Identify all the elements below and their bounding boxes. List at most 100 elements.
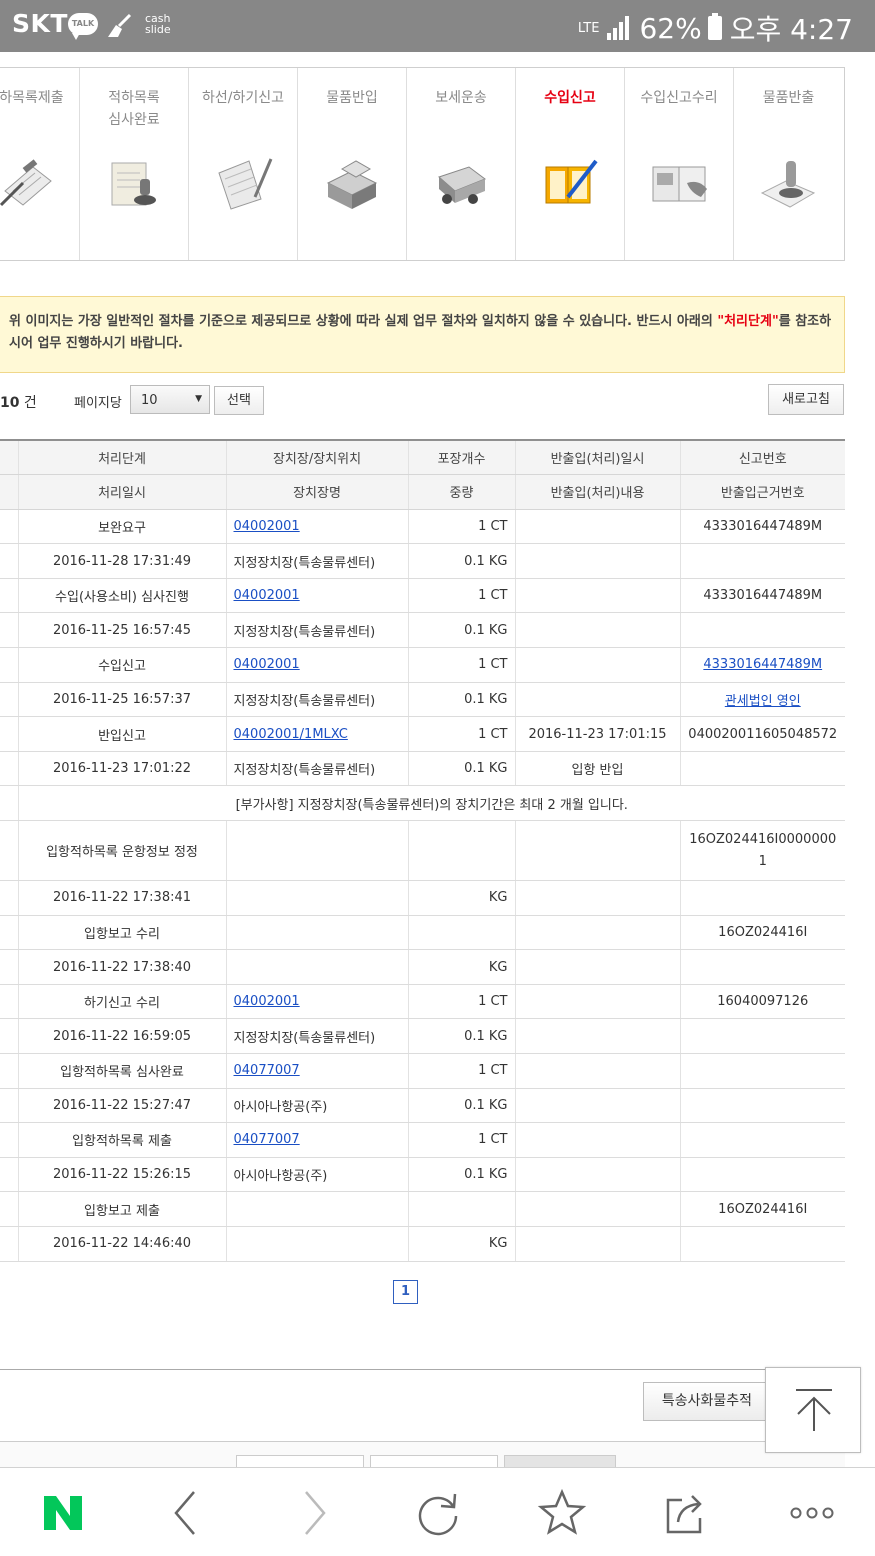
table-row: 입항적하목록 심사완료 04077007 1 CT (0, 1053, 845, 1089)
io-desc-cell (515, 949, 681, 985)
row-left-cell (0, 1157, 19, 1193)
footer-box (370, 1455, 498, 1467)
io-desc-cell (515, 880, 681, 916)
step-label: 수입신고 (544, 90, 596, 106)
procedure-notice: 위 이미지는 가장 일반적인 절차를 기준으로 제공되므로 상황에 따라 실제 … (0, 296, 845, 373)
col-header: 처리단계 (18, 439, 227, 476)
location-name-cell: 아시아나항공(주) (226, 1088, 409, 1124)
signal-icon (607, 16, 630, 40)
io-datetime-cell: 2016-11-23 17:01:15 (515, 716, 681, 752)
location-name-cell: 지정장치장(특송물류센터) (226, 543, 409, 579)
step-declaration-accepted[interactable]: 수입신고수리 (625, 68, 734, 260)
link[interactable]: 04002001 (234, 588, 300, 603)
step-unloading-report[interactable]: 하선/하기신고 (189, 68, 298, 260)
broom-icon (108, 13, 132, 37)
step-label: 수입신고수리 (640, 90, 718, 106)
process-datetime-cell: 2016-11-22 17:38:41 (18, 880, 227, 916)
more-icon[interactable] (787, 1488, 837, 1538)
back-icon[interactable] (160, 1488, 210, 1538)
io-datetime-cell (515, 1053, 681, 1089)
row-left-cell (0, 647, 19, 683)
step-manifest-submit[interactable]: 적하목록제출 (0, 68, 80, 260)
io-desc-cell (515, 1226, 681, 1262)
step-goods-entry[interactable]: 물품반입 (298, 68, 407, 260)
basis-no-cell (680, 543, 845, 579)
basis-no-cell (680, 1088, 845, 1124)
link[interactable]: 04002001/1MLXC (234, 727, 348, 742)
browser-bottom-bar (0, 1467, 875, 1556)
per-page-select[interactable]: 10 ▼ (130, 385, 210, 414)
naver-logo-icon[interactable] (38, 1488, 88, 1538)
link[interactable]: 4333016447489M (703, 657, 822, 672)
basis-no-cell (680, 1226, 845, 1262)
row-left-cell (0, 682, 19, 718)
row-left-cell (0, 1191, 19, 1227)
scroll-top-button[interactable] (765, 1367, 861, 1453)
io-desc-cell (515, 1157, 681, 1193)
table-note-row: [부가사항] 지정장치장(특송물류센터)의 장치기간은 최대 2 개월 입니다. (0, 785, 845, 822)
table-row: 수입신고 04002001 1 CT 4333016447489M (0, 647, 845, 683)
stage-cell: 보완요구 (18, 509, 227, 545)
status-bar: SKT TALK cash slide LTE 62% 오후 4:27 (0, 0, 875, 52)
link[interactable]: 04002001 (234, 994, 300, 1009)
step-label: 적하목록 심사완료 (108, 90, 160, 128)
table-row: 하기신고 수리 04002001 1 CT 16040097126 (0, 984, 845, 1020)
process-datetime-cell: 2016-11-25 16:57:37 (18, 682, 227, 718)
footer-box (504, 1455, 616, 1467)
total-count: 10 건 (0, 395, 37, 411)
package-cell: 1 CT (408, 509, 516, 545)
row-left-cell (0, 949, 19, 985)
bookmark-star-icon[interactable] (537, 1488, 587, 1538)
io-datetime-cell (515, 984, 681, 1020)
table-row: 2016-11-22 17:38:41 KG (0, 880, 845, 916)
cashslide-icon: cash slide (145, 12, 171, 36)
step-bonded-transport[interactable]: 보세운송 (407, 68, 516, 260)
stage-cell: 입항적하목록 심사완료 (18, 1053, 227, 1089)
courier-tracking-button[interactable]: 특송사화물추적 (643, 1382, 771, 1421)
location-cell (226, 820, 409, 882)
page-1-button[interactable]: 1 (393, 1280, 418, 1304)
cargo-box-icon (326, 160, 378, 209)
stage-cell: 하기신고 수리 (18, 984, 227, 1020)
location-cell: 04002001/1MLXC (226, 716, 409, 752)
select-button[interactable]: 선택 (214, 386, 264, 415)
forward-icon[interactable] (290, 1488, 340, 1538)
kakaotalk-icon: TALK (68, 13, 98, 40)
link[interactable]: 04077007 (234, 1063, 300, 1078)
document-stamp-icon (111, 162, 156, 206)
share-icon[interactable] (660, 1488, 710, 1538)
basis-no-cell: 관세법인 영인 (680, 682, 845, 718)
row-left-cell (0, 1122, 19, 1158)
table-row: 2016-11-22 14:46:40 KG (0, 1226, 845, 1262)
table-row: 2016-11-22 15:26:15 아시아나항공(주) 0.1 KG (0, 1157, 845, 1193)
basis-no-cell (680, 949, 845, 985)
stage-cell: 수입(사용소비) 심사진행 (18, 578, 227, 614)
link[interactable]: 04002001 (234, 657, 300, 672)
refresh-button[interactable]: 새로고침 (768, 384, 844, 415)
link[interactable]: 04077007 (234, 1132, 300, 1147)
step-label: 보세운송 (435, 90, 487, 106)
io-datetime-cell (515, 915, 681, 951)
location-name-cell (226, 949, 409, 985)
step-import-declaration[interactable]: 수입신고 (516, 68, 625, 260)
location-name-cell (226, 1226, 409, 1262)
io-desc-cell (515, 1088, 681, 1124)
location-cell (226, 1191, 409, 1227)
notice-highlight: "처리단계" (717, 314, 779, 329)
package-cell: 1 CT (408, 716, 516, 752)
row-left-cell (0, 915, 19, 951)
row-left-cell (0, 543, 19, 579)
truck-icon (438, 166, 487, 204)
link[interactable]: 관세법인 영인 (725, 694, 801, 709)
row-left-cell (0, 1018, 19, 1054)
weight-cell: 0.1 KG (408, 1018, 516, 1054)
step-goods-release[interactable]: 물품반출 (734, 68, 843, 260)
step-manifest-review[interactable]: 적하목록 심사완료 (80, 68, 189, 260)
link[interactable]: 04002001 (234, 519, 300, 534)
location-cell: 04077007 (226, 1122, 409, 1158)
weight-cell: KG (408, 880, 516, 916)
io-desc-cell (515, 612, 681, 649)
tracking-table: 처리단계 장치장/장치위치 포장개수 반출입(처리)일시 신고번호 처리일시 장… (0, 439, 845, 1262)
col-header: 반출입(처리)내용 (515, 474, 681, 510)
reload-icon[interactable] (413, 1488, 463, 1538)
